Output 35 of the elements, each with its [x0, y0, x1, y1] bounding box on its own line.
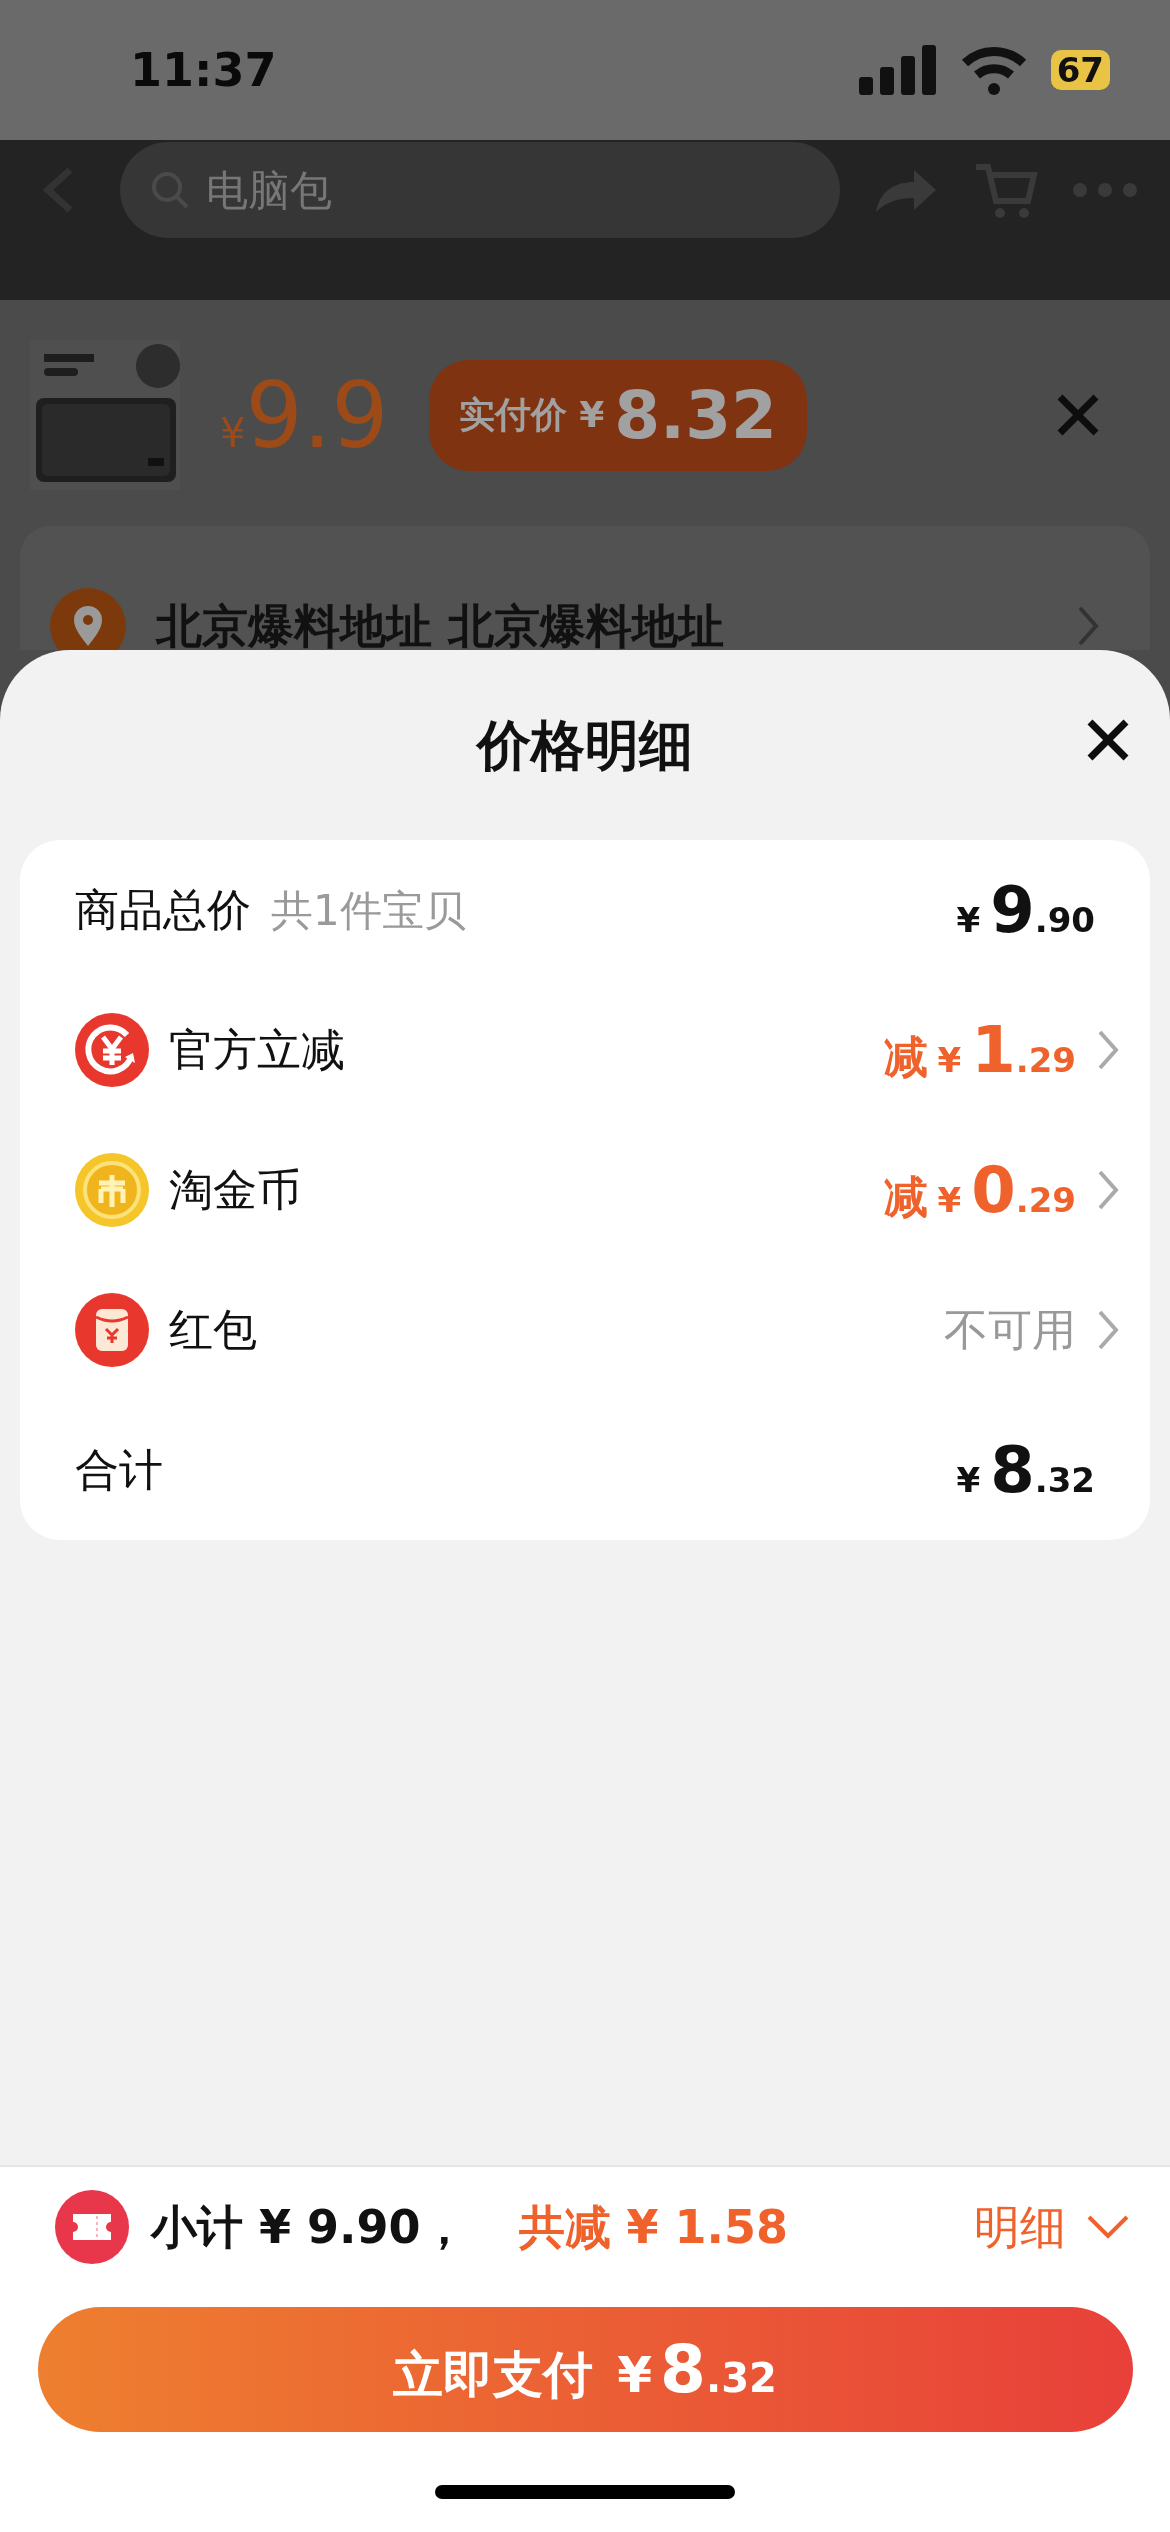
row-label: 红包 [169, 1303, 257, 1357]
ticket-icon [55, 2190, 129, 2264]
coin-icon [75, 1153, 149, 1227]
subtotal-text: 小计 ¥ 9.90， [151, 2198, 467, 2256]
search-field[interactable]: 电脑包 [120, 142, 840, 238]
row-label: 商品总价 [75, 883, 251, 937]
price-text: ¥8.32 [956, 1432, 1096, 1509]
details-button[interactable]: 明细 [974, 2192, 1130, 2262]
savings-text: 共减 ¥ 1.58 [518, 2198, 789, 2256]
row-note: 共1件宝贝 [271, 884, 466, 937]
pay-button[interactable]: 立即支付 ¥8.32 [37, 2307, 1133, 2432]
signal-icon [858, 45, 937, 95]
discount-icon [75, 1013, 149, 1087]
chevron-right-icon [1096, 1028, 1120, 1072]
chevron-right-icon [1096, 1168, 1120, 1212]
row-label: 合计 [75, 1443, 163, 1497]
row-label: 淘金币 [169, 1163, 301, 1217]
discount-amount: 减 ¥0.29 [883, 1152, 1076, 1229]
row-label: 官方立减 [169, 1023, 345, 1077]
battery-level: 67 [1050, 50, 1110, 90]
price-text: ¥9.90 [956, 872, 1096, 949]
status-time: 11:37 [130, 41, 277, 99]
address-title: 北京爆料地址 北京爆料地址 [156, 597, 724, 650]
product-price: 9.9 [245, 361, 389, 470]
status-text: 不可用 [944, 1303, 1076, 1357]
currency-symbol: ¥ [220, 408, 246, 458]
close-button[interactable] [1086, 718, 1130, 762]
close-icon[interactable] [1056, 393, 1100, 437]
sheet-title: 价格明细 [477, 712, 693, 779]
chevron-right-icon[interactable] [1076, 604, 1100, 648]
chevron-down-icon [1086, 2214, 1130, 2240]
wifi-icon [960, 45, 1027, 95]
chevron-right-icon [1096, 1308, 1120, 1352]
envelope-icon [75, 1293, 149, 1367]
discount-amount: 减 ¥1.29 [883, 1012, 1076, 1089]
